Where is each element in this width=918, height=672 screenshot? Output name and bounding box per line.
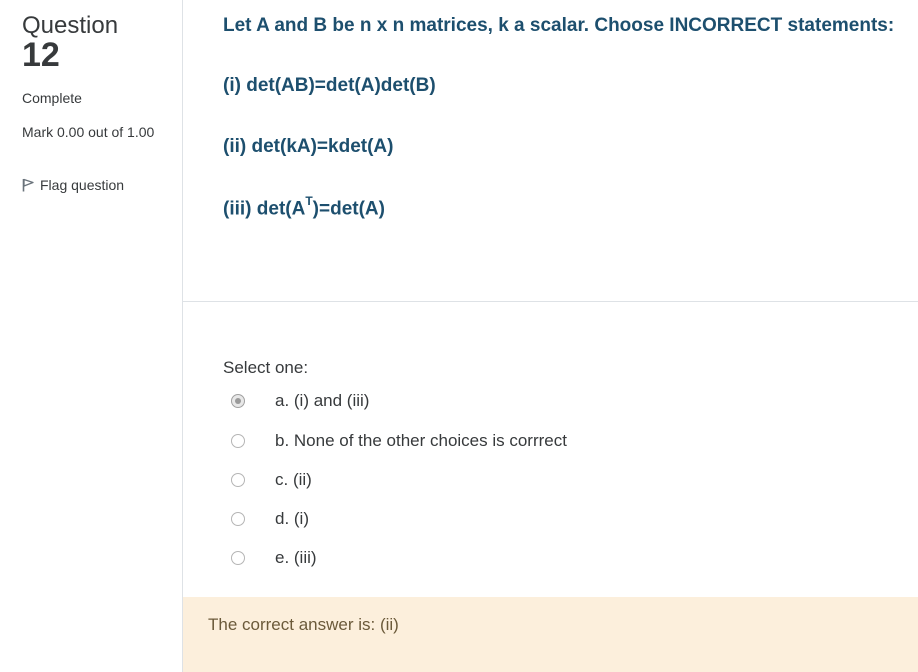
- option-e-label: e. (iii): [275, 548, 317, 567]
- answer-area: Select one: a. (i) and (iii) b. None of …: [183, 302, 918, 597]
- flag-question-link[interactable]: Flag question: [22, 177, 124, 193]
- option-e[interactable]: e. (iii): [231, 548, 317, 568]
- option-a-label: a. (i) and (iii): [275, 391, 370, 410]
- option-d-label: d. (i): [275, 509, 309, 528]
- statement-1: (i) det(AB)=det(A)det(B): [223, 75, 436, 96]
- question-number: 12: [22, 36, 60, 74]
- option-d-radio[interactable]: [231, 512, 245, 526]
- statement-3-superscript: T: [305, 194, 313, 208]
- statement-3-pre: (iii) det(A: [223, 198, 306, 220]
- question-info-panel: Question 12 Complete Mark 0.00 out of 1.…: [0, 0, 183, 672]
- question-prompt: Let A and B be n x n matrices, k a scala…: [223, 15, 895, 36]
- question-text-area: Let A and B be n x n matrices, k a scala…: [183, 0, 918, 302]
- option-a[interactable]: a. (i) and (iii): [231, 391, 369, 411]
- statement-3: (iii) det(AT)=det(A): [223, 194, 385, 220]
- flag-question-label: Flag question: [40, 177, 125, 193]
- option-c-radio[interactable]: [231, 473, 245, 487]
- option-b-radio[interactable]: [231, 434, 245, 448]
- flag-icon: [22, 178, 34, 192]
- option-c-label: c. (ii): [275, 470, 312, 489]
- question-grade: Mark 0.00 out of 1.00: [22, 124, 155, 140]
- feedback-box: The correct answer is: (ii): [183, 597, 918, 672]
- option-b-label: b. None of the other choices is corrrect: [275, 431, 567, 450]
- option-a-radio[interactable]: [231, 394, 245, 408]
- select-one-prompt: Select one:: [223, 358, 309, 377]
- question-state: Complete: [22, 90, 82, 106]
- correct-answer-text: The correct answer is: (ii): [208, 615, 399, 634]
- statement-3-post: )=det(A): [312, 198, 385, 220]
- option-d[interactable]: d. (i): [231, 509, 309, 529]
- statement-2: (ii) det(kA)=kdet(A): [223, 136, 394, 157]
- option-c[interactable]: c. (ii): [231, 470, 312, 490]
- option-e-radio[interactable]: [231, 551, 245, 565]
- option-b[interactable]: b. None of the other choices is corrrect: [231, 431, 567, 451]
